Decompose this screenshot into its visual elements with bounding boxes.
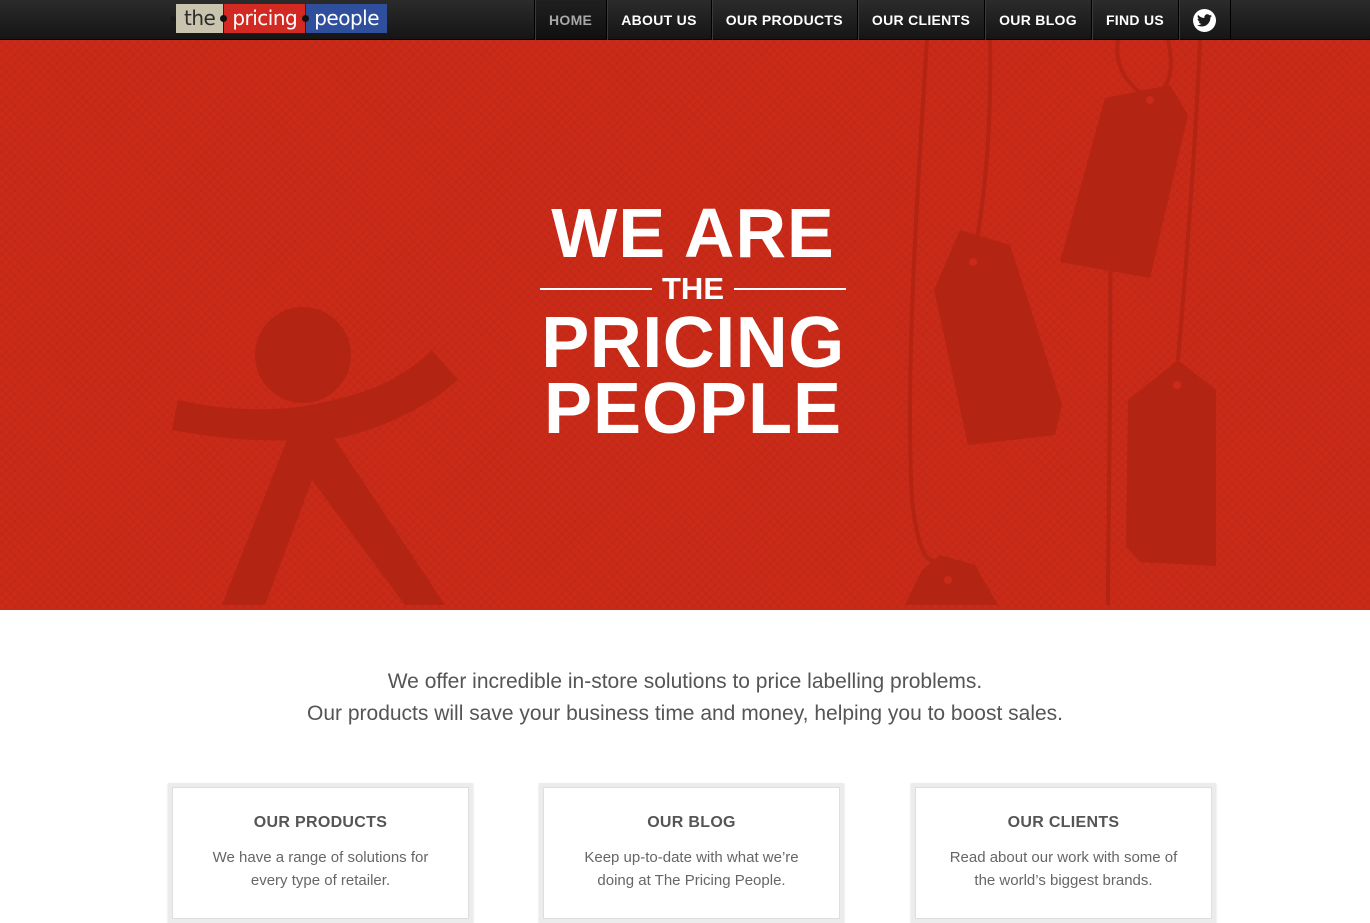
main-nav: HOME ABOUT US OUR PRODUCTS OUR CLIENTS O… <box>534 0 1232 40</box>
nav-item-home[interactable]: HOME <box>534 0 607 40</box>
card-description-line: doing at The Pricing People. <box>597 872 786 889</box>
card-description: Keep up-to-date with what we’re doing at… <box>544 846 839 892</box>
card-inner: OUR BLOG Keep up-to-date with what we’re… <box>543 787 840 919</box>
card-our-blog[interactable]: OUR BLOG Keep up-to-date with what we’re… <box>539 783 844 923</box>
headline-pricing: PRICING <box>541 303 845 383</box>
price-tags-illustration <box>905 85 1216 605</box>
top-navigation-bar: the pricing people HOME ABOUT US OUR PRO… <box>0 0 1370 40</box>
card-title: OUR PRODUCTS <box>253 814 388 831</box>
headline-the: THE <box>662 271 724 306</box>
card-inner: OUR PRODUCTS We have a range of solution… <box>172 787 469 919</box>
headline-people: PEOPLE <box>543 369 843 449</box>
hero-banner: WE ARE THE PRICING PEOPLE <box>0 40 1370 610</box>
card-our-products[interactable]: OUR PRODUCTS We have a range of solution… <box>168 783 473 923</box>
headline-rule-left <box>540 288 652 290</box>
twitter-link[interactable] <box>1178 0 1232 40</box>
twitter-icon <box>1193 8 1217 32</box>
site-logo[interactable]: the pricing people <box>170 4 388 33</box>
stick-figure-illustration <box>172 307 458 605</box>
headline-the-row: THE <box>540 272 846 306</box>
intro-text: We offer incredible in-store solutions t… <box>0 666 1370 730</box>
card-our-clients[interactable]: OUR CLIENTS Read about our work with som… <box>911 783 1216 923</box>
card-title: OUR BLOG <box>647 814 736 831</box>
logo-part-people: people <box>306 4 388 33</box>
headline-we-are: WE ARE <box>551 194 835 272</box>
card-description-line: the world’s biggest brands. <box>974 872 1153 889</box>
hero-headline: WE ARE THE PRICING PEOPLE <box>540 194 846 449</box>
headline-rule-right <box>734 288 846 290</box>
logo-part-the: the <box>176 4 224 33</box>
card-description-line: We have a range of solutions for <box>212 849 429 866</box>
nav-item-our-clients[interactable]: OUR CLIENTS <box>856 0 984 40</box>
card-description: We have a range of solutions for every t… <box>173 846 468 892</box>
nav-item-our-products[interactable]: OUR PRODUCTS <box>710 0 857 40</box>
nav-item-find-us[interactable]: FIND US <box>1090 0 1178 40</box>
card-description: Read about our work with some of the wor… <box>916 846 1211 892</box>
card-description-line: Keep up-to-date with what we’re <box>584 849 799 866</box>
card-description-line: every type of retailer. <box>250 872 391 889</box>
nav-item-our-blog[interactable]: OUR BLOG <box>984 0 1091 40</box>
card-description-line: Read about our work with some of <box>949 849 1178 866</box>
card-inner: OUR CLIENTS Read about our work with som… <box>915 787 1212 919</box>
logo-part-pricing: pricing <box>224 4 306 33</box>
intro-line-1: We offer incredible in-store solutions t… <box>387 670 983 693</box>
card-title: OUR CLIENTS <box>1007 814 1120 831</box>
nav-item-about-us[interactable]: ABOUT US <box>606 0 711 40</box>
intro-line-2: Our products will save your business tim… <box>307 702 1063 725</box>
